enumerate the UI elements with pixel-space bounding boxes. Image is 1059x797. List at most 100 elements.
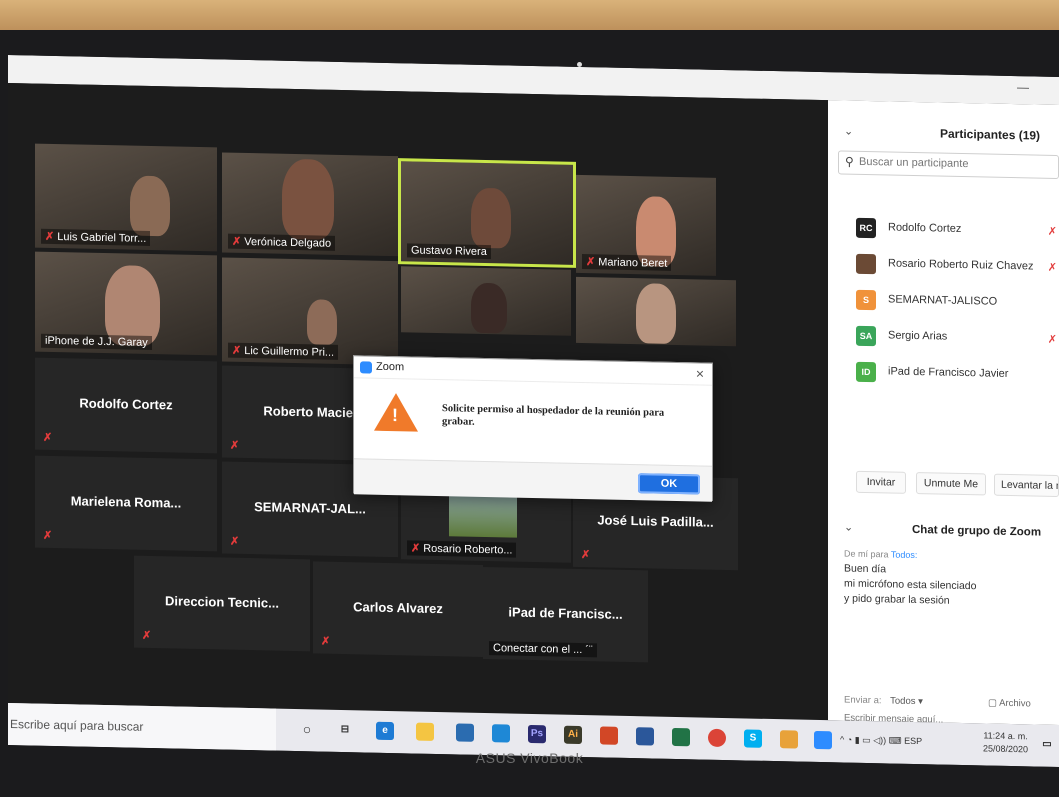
chevron-down-icon[interactable]: ⌄ xyxy=(844,521,853,534)
avatar xyxy=(856,253,876,275)
photoshop-icon[interactable]: Ps xyxy=(528,724,546,744)
video-tile[interactable] xyxy=(401,266,571,336)
participant-search[interactable]: ⚲ xyxy=(838,150,1059,180)
tile-name: Gustavo Rivera xyxy=(407,243,491,260)
unmute-me-button[interactable]: Unmute Me xyxy=(916,472,986,496)
taskbar-search-input[interactable]: Escribe aquí para buscar xyxy=(10,717,143,734)
excel-icon[interactable] xyxy=(672,727,690,747)
illustrator-icon[interactable]: Ai xyxy=(564,725,582,745)
volume-icon[interactable]: ◁)) xyxy=(873,735,886,745)
tile-name: José Luis Padilla... xyxy=(597,512,714,530)
network-icon[interactable]: ◔ xyxy=(847,735,852,745)
search-input[interactable] xyxy=(859,155,1049,172)
participant-row[interactable]: RC Rodolfo Cortez ✗ xyxy=(828,212,1059,247)
video-tile[interactable]: Carlos Alvarez ✗ xyxy=(313,561,483,657)
word-icon[interactable] xyxy=(636,727,654,746)
avatar: ID xyxy=(856,361,876,383)
chat-message: mi micrófono esta silenciado xyxy=(844,577,977,593)
microphone-icon[interactable]: ▮ xyxy=(855,735,860,745)
taskbar-search[interactable]: Escribe aquí para buscar xyxy=(8,703,276,751)
chat-message: Buen día xyxy=(844,562,887,576)
zoom-taskbar-icon[interactable] xyxy=(814,730,832,750)
video-tile[interactable]: Direccion Tecnic... ✗ xyxy=(134,555,310,652)
muted-mic-icon: ✗ xyxy=(1047,333,1057,346)
tile-name: Marielena Roma... xyxy=(70,493,182,511)
warning-exclamation: ! xyxy=(392,405,398,426)
video-tile[interactable]: ✗ Lic Guillermo Pri... xyxy=(222,257,398,366)
laptop-screen: — ✗ Luis Gabriel Torr... ✗ Verónica Delgad… xyxy=(8,55,1059,768)
chat-header: ⌄ Chat de grupo de Zoom xyxy=(828,518,1059,547)
system-tray: ^ ◔ ▮ ▭ ◁)) ⌨ ESP xyxy=(840,734,922,747)
chat-message-meta: De mí para Todos: xyxy=(844,548,918,561)
video-tile[interactable]: iPad de Francisc... Conectar con el ... … xyxy=(483,566,648,663)
video-tile[interactable]: Marielena Roma... ✗ xyxy=(35,455,217,552)
chevron-down-icon[interactable]: ⌄ xyxy=(844,125,853,138)
muted-mic-icon: ✗ xyxy=(411,542,421,555)
muted-mic-icon: ✗ xyxy=(230,535,240,548)
video-tile[interactable]: Rodolfo Cortez ✗ xyxy=(35,357,217,454)
powerpoint-icon[interactable] xyxy=(600,726,618,745)
file-explorer-icon[interactable] xyxy=(416,722,434,741)
tile-name: Lic Guillermo Pri... xyxy=(244,344,335,359)
side-panel: ⌄ Participantes (19) ⚲ RC Rodolfo Cortez… xyxy=(828,100,1059,728)
minimize-icon[interactable]: — xyxy=(1017,80,1029,94)
participant-row[interactable]: ID iPad de Francisco Javier xyxy=(828,356,1059,391)
edge-icon[interactable]: e xyxy=(376,721,394,741)
ok-button[interactable]: OK xyxy=(638,473,700,495)
chat-message: y pido grabar la sesión xyxy=(844,592,950,607)
tile-name: iPhone de J.J. Garay xyxy=(41,333,152,351)
language-indicator[interactable]: ESP xyxy=(904,736,922,746)
invite-button[interactable]: Invitar xyxy=(856,470,906,494)
mail-icon[interactable] xyxy=(492,724,510,743)
video-tile[interactable]: iPhone de J.J. Garay xyxy=(35,251,217,356)
muted-mic-icon: ✗ xyxy=(1047,225,1057,238)
avatar: S xyxy=(856,289,876,311)
muted-mic-icon: ✗ xyxy=(45,230,55,243)
participant-name: Rosario Roberto Ruiz Chavez xyxy=(888,257,1034,273)
battery-icon[interactable]: ▭ xyxy=(862,735,871,745)
chevron-up-icon[interactable]: ^ xyxy=(840,734,844,744)
participants-title: Participantes (19) xyxy=(940,126,1041,143)
tile-name: Luis Gabriel Torr... xyxy=(57,231,147,245)
muted-mic-icon: ✗ xyxy=(43,529,53,542)
tile-name: Rodolfo Cortez xyxy=(79,395,173,413)
search-icon: ⚲ xyxy=(845,154,854,169)
video-tile[interactable]: ✗ Verónica Delgado xyxy=(222,152,398,257)
tile-name: SEMARNAT-JAL... xyxy=(254,498,366,517)
send-to-dropdown[interactable]: Todos ▾ xyxy=(890,695,923,707)
muted-mic-icon: ✗ xyxy=(43,431,53,444)
clock-time: 11:24 a. m. xyxy=(983,730,1028,742)
dialog-titlebar: Zoom × xyxy=(354,356,712,386)
participant-name: Sergio Arias xyxy=(888,329,948,343)
app-icon[interactable] xyxy=(780,730,798,749)
zoom-logo-icon xyxy=(360,361,372,374)
task-view-icon[interactable]: ⊟ xyxy=(336,721,354,739)
tile-name: Carlos Alvarez xyxy=(353,599,443,616)
chrome-icon[interactable] xyxy=(708,728,726,748)
raise-hand-button[interactable]: Levantar la ma xyxy=(994,473,1059,498)
participant-name: iPad de Francisco Javier xyxy=(888,365,1009,380)
video-tile-active-speaker[interactable]: Gustavo Rivera xyxy=(398,158,576,268)
participant-name: SEMARNAT-JALISCO xyxy=(888,293,998,308)
muted-mic-icon: ✗ xyxy=(1047,261,1057,274)
video-tile[interactable]: ✗ Mariano Beret xyxy=(576,174,716,276)
participant-row[interactable]: S SEMARNAT-JALISCO xyxy=(828,284,1059,319)
chat-title: Chat de grupo de Zoom xyxy=(912,523,1042,539)
file-button[interactable]: ▢ Archivo xyxy=(988,698,1031,710)
keyboard-icon[interactable]: ⌨ xyxy=(889,735,902,745)
participant-row[interactable]: SA Sergio Arias ✗ xyxy=(828,320,1059,355)
store-icon[interactable] xyxy=(456,723,474,742)
avatar: RC xyxy=(856,217,876,239)
dialog-message: Solicite permiso al hospedador de la reu… xyxy=(442,403,665,428)
video-gallery: ✗ Luis Gabriel Torr... ✗ Verónica Delgado … xyxy=(8,83,828,721)
video-tile[interactable] xyxy=(576,276,736,347)
close-icon[interactable]: × xyxy=(696,365,704,381)
zoom-alert-dialog: Zoom × ! Solicite permiso al hospedador … xyxy=(353,355,713,502)
cortana-icon[interactable]: ○ xyxy=(298,720,316,738)
participant-row[interactable]: Rosario Roberto Ruiz Chavez ✗ xyxy=(828,248,1059,283)
video-tile[interactable]: ✗ Luis Gabriel Torr... xyxy=(35,143,217,252)
participant-name: Rodolfo Cortez xyxy=(888,221,962,235)
muted-mic-icon: ✗ xyxy=(232,344,242,357)
skype-icon[interactable]: S xyxy=(744,729,762,748)
muted-mic-icon: ✗ xyxy=(230,439,240,452)
